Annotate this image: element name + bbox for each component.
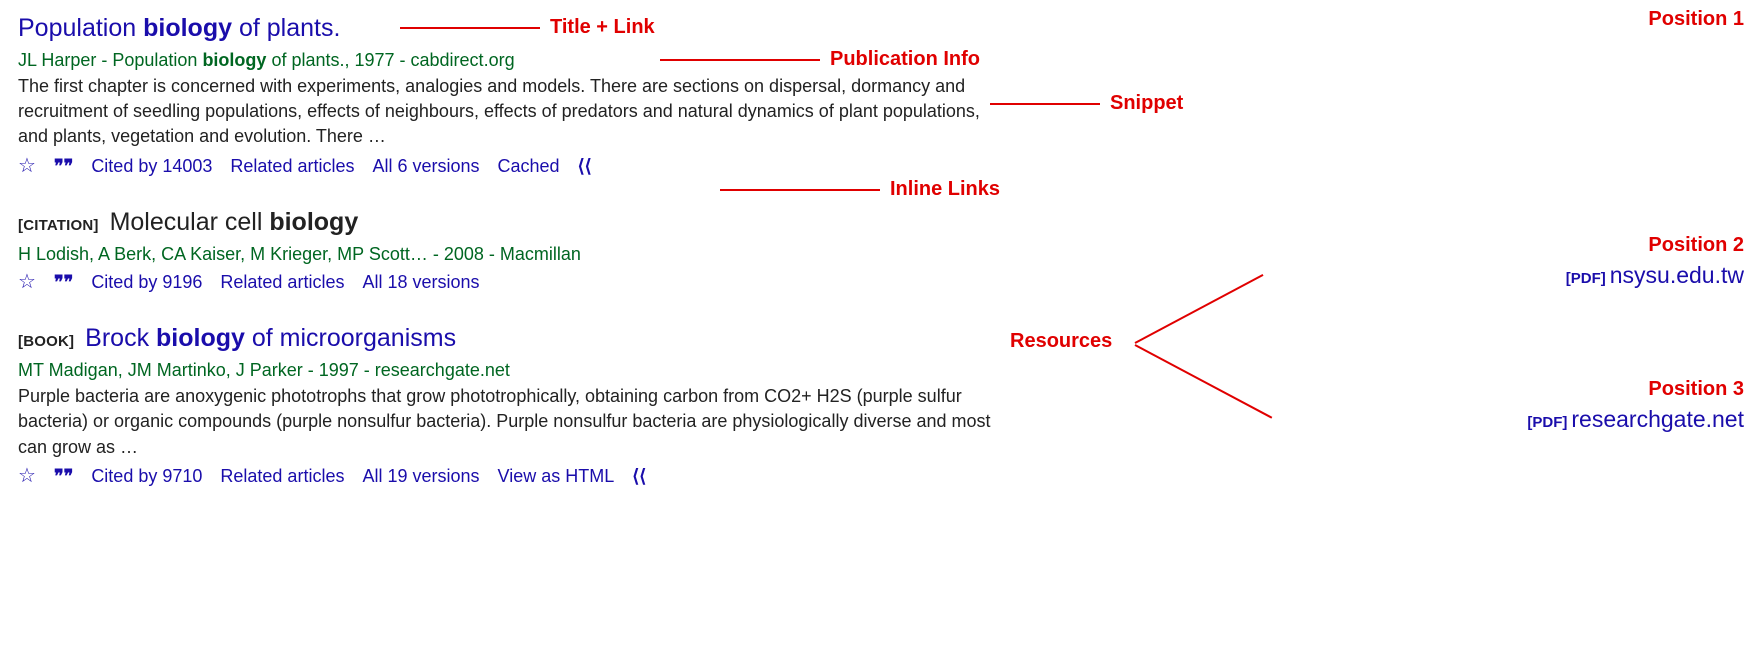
view-html-link[interactable]: View as HTML [498, 464, 615, 488]
inline-links-row: ☆ ❞❞ Cited by 9196 Related articles All … [18, 270, 1018, 294]
all-versions-link[interactable]: All 19 versions [362, 464, 479, 488]
inline-links-row: ☆ ❞❞ Cited by 9710 Related articles All … [18, 464, 1018, 488]
related-articles-link[interactable]: Related articles [220, 464, 344, 488]
cited-by-link[interactable]: Cited by 9710 [91, 464, 202, 488]
related-articles-link[interactable]: Related articles [220, 270, 344, 294]
citation-tag: CITATION [18, 217, 99, 234]
inline-links-row: ☆ ❞❞ Cited by 14003 Related articles All… [18, 154, 1018, 178]
chevron-left-icon[interactable]: ⟨⟨ [578, 154, 592, 178]
search-result: BOOK Brock biology of microorganisms MT … [18, 322, 1018, 488]
cited-by-link[interactable]: Cited by 14003 [91, 154, 212, 178]
related-articles-link[interactable]: Related articles [230, 154, 354, 178]
resource-domain: researchgate.net [1571, 406, 1744, 432]
result-snippet: Purple bacteria are anoxygenic phototrop… [18, 384, 998, 460]
annotation-publication-info: Publication Info [660, 48, 980, 71]
cached-link[interactable]: Cached [498, 154, 560, 178]
connector-line [1135, 274, 1264, 344]
result-snippet: The first chapter is concerned with expe… [18, 74, 998, 150]
resource-domain: nsysu.edu.tw [1610, 262, 1744, 288]
position-label-3: Position 3 [1648, 378, 1744, 400]
publication-info: H Lodish, A Berk, CA Kaiser, M Krieger, … [18, 242, 1018, 266]
annotation-title-link: Title + Link [400, 16, 655, 39]
annotation-inline-links: Inline Links [720, 178, 1000, 201]
all-versions-link[interactable]: All 6 versions [372, 154, 479, 178]
annotation-resources: Resources [1010, 330, 1112, 353]
position-label-2: Position 2 [1648, 234, 1744, 256]
result-title-text: Molecular cell biology [110, 208, 359, 236]
search-result: CITATION Molecular cell biology H Lodish… [18, 206, 1018, 294]
chevron-left-icon[interactable]: ⟨⟨ [632, 464, 646, 488]
cite-icon[interactable]: ❞❞ [54, 273, 73, 291]
pdf-tag-icon: PDF [1527, 414, 1567, 431]
publication-info: MT Madigan, JM Martinko, J Parker - 1997… [18, 358, 1018, 382]
pdf-tag-icon: PDF [1566, 270, 1606, 287]
all-versions-link[interactable]: All 18 versions [362, 270, 479, 294]
cited-by-link[interactable]: Cited by 9196 [91, 270, 202, 294]
position-label-1: Position 1 [1648, 8, 1744, 30]
star-icon[interactable]: ☆ [18, 466, 36, 486]
result-title-link[interactable]: Brock biology of microorganisms [85, 324, 456, 352]
resource-link-3[interactable]: PDFresearchgate.net [1527, 406, 1744, 432]
annotation-snippet: Snippet [990, 92, 1183, 115]
resource-link-2[interactable]: PDFnsysu.edu.tw [1566, 262, 1744, 288]
result-title-link[interactable]: Population biology of plants. [18, 14, 340, 42]
star-icon[interactable]: ☆ [18, 156, 36, 176]
cite-icon[interactable]: ❞❞ [54, 157, 73, 175]
book-tag: BOOK [18, 333, 74, 350]
cite-icon[interactable]: ❞❞ [54, 467, 73, 485]
star-icon[interactable]: ☆ [18, 272, 36, 292]
